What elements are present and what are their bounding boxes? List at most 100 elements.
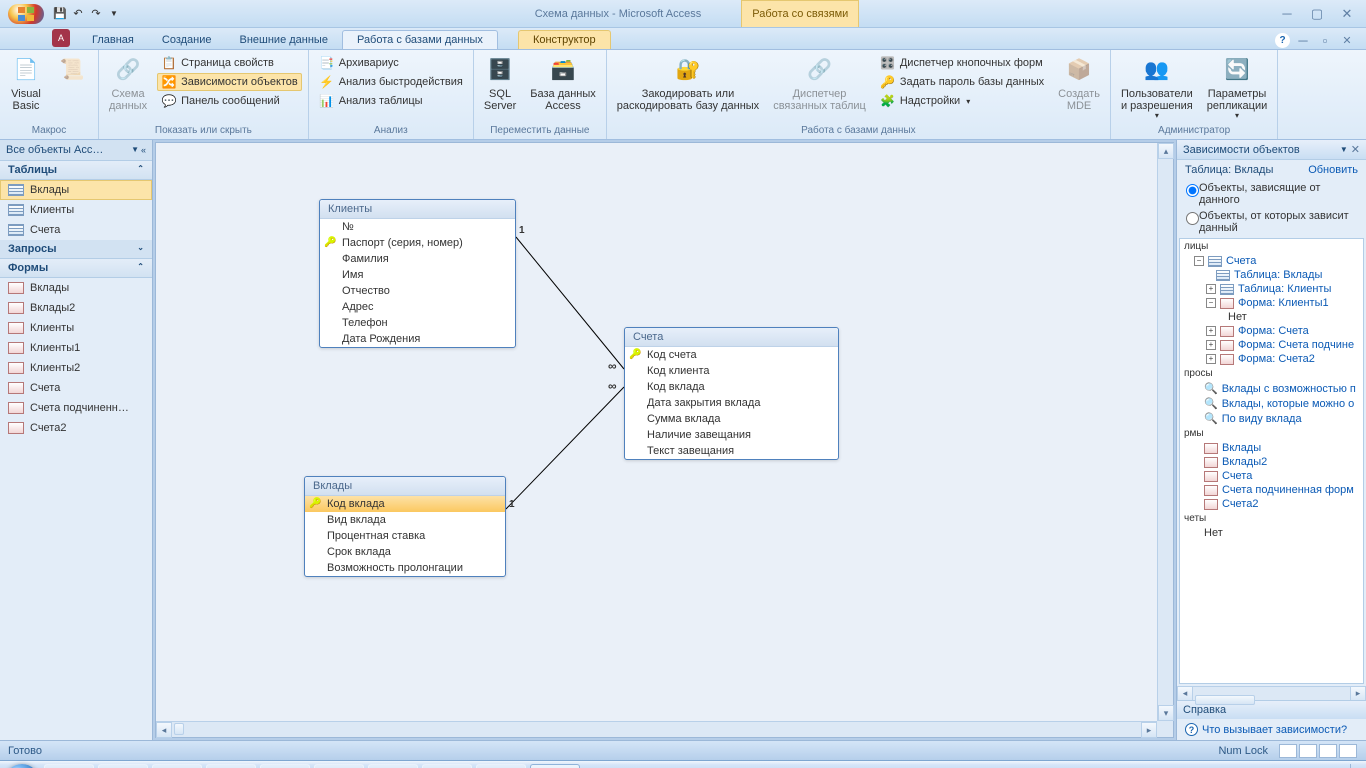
ribbon-minimize-icon[interactable]: ─ bbox=[1294, 31, 1312, 49]
tree-item[interactable]: Таблица: Вклады bbox=[1234, 269, 1322, 281]
message-bar-button[interactable]: 💬Панель сообщений bbox=[157, 92, 302, 110]
tree-item[interactable]: Вклады bbox=[1222, 442, 1261, 454]
tree-item[interactable]: Счета bbox=[1222, 470, 1252, 482]
analyze-table-button[interactable]: 📊Анализ таблицы bbox=[315, 92, 467, 110]
nav-form-item[interactable]: Вклады bbox=[0, 278, 152, 298]
dep-horizontal-scrollbar[interactable]: ◂ ▸ bbox=[1177, 686, 1366, 700]
nav-group-forms[interactable]: Формы⌃ bbox=[0, 259, 152, 278]
field-row[interactable]: Адрес bbox=[320, 299, 515, 315]
taskbar-word[interactable]: W bbox=[476, 764, 526, 768]
tree-item[interactable]: Счета bbox=[1226, 255, 1256, 267]
taskbar-app[interactable]: 🧍 bbox=[152, 764, 202, 768]
nav-form-item[interactable]: Клиенты1 bbox=[0, 338, 152, 358]
view-button[interactable] bbox=[1299, 744, 1317, 758]
view-button[interactable] bbox=[1339, 744, 1357, 758]
analyze-performance-button[interactable]: ⚡Анализ быстродействия bbox=[315, 73, 467, 91]
table-deposits[interactable]: Вклады Код вклада Вид вклада Процентная … bbox=[304, 476, 506, 577]
relationships-canvas[interactable]: 1 ∞ ∞ 1 Клиенты № Паспорт (серия, номер)… bbox=[156, 143, 1157, 721]
taskbar-access[interactable]: 🔑 bbox=[530, 764, 580, 768]
tree-collapse-icon[interactable]: − bbox=[1206, 298, 1216, 308]
field-row[interactable]: Код клиента bbox=[625, 363, 838, 379]
run-macro-button[interactable]: 📜 bbox=[50, 52, 94, 102]
field-row[interactable]: Телефон bbox=[320, 315, 515, 331]
dep-close-icon[interactable]: ✕ bbox=[1351, 143, 1360, 156]
table-title[interactable]: Клиенты bbox=[320, 200, 515, 219]
field-row[interactable]: Сумма вклада bbox=[625, 411, 838, 427]
field-row[interactable]: Возможность пролонгации bbox=[305, 560, 505, 576]
nav-dropdown-icon[interactable]: ▼ bbox=[131, 145, 139, 155]
relationships-button[interactable]: 🔗 Схема данных bbox=[103, 52, 153, 114]
horizontal-scrollbar[interactable]: ◂ ▸ bbox=[156, 721, 1157, 737]
field-row[interactable]: Код счета bbox=[625, 347, 838, 363]
property-sheet-button[interactable]: 📋Страница свойств bbox=[157, 54, 302, 72]
nav-form-item[interactable]: Счета подчиненн… bbox=[0, 398, 152, 418]
tree-item[interactable]: Форма: Счета2 bbox=[1238, 353, 1315, 365]
object-dependencies-button[interactable]: 🔀Зависимости объектов bbox=[157, 73, 302, 91]
set-password-button[interactable]: 🔑Задать пароль базы данных bbox=[876, 73, 1048, 91]
visual-basic-button[interactable]: 📄 Visual Basic bbox=[4, 52, 48, 114]
replication-options-button[interactable]: 🔄Параметры репликации▾ bbox=[1201, 52, 1274, 123]
field-row[interactable]: Паспорт (серия, номер) bbox=[320, 235, 515, 251]
field-row[interactable]: Вид вклада bbox=[305, 512, 505, 528]
close-icon[interactable]: ✕ bbox=[1332, 5, 1362, 23]
table-accounts[interactable]: Счета Код счета Код клиента Код вклада Д… bbox=[624, 327, 839, 460]
dep-radio-depend-on-this[interactable]: Объекты, зависящие от данного bbox=[1177, 180, 1366, 208]
save-icon[interactable]: 💾 bbox=[52, 6, 68, 22]
taskbar-mail[interactable]: @ bbox=[368, 764, 418, 768]
tab-external-data[interactable]: Внешние данные bbox=[226, 31, 342, 49]
sql-server-button[interactable]: 🗄️SQL Server bbox=[478, 52, 522, 114]
field-row[interactable]: Код вклада bbox=[305, 496, 505, 512]
maximize-icon[interactable]: ▢ bbox=[1302, 5, 1332, 23]
taskbar-explorer[interactable]: 📁 bbox=[44, 764, 94, 768]
undo-icon[interactable]: ↶ bbox=[70, 6, 86, 22]
qat-dropdown-icon[interactable]: ▼ bbox=[106, 6, 122, 22]
tab-database-tools[interactable]: Работа с базами данных bbox=[342, 30, 498, 49]
field-row[interactable]: Имя bbox=[320, 267, 515, 283]
nav-form-item[interactable]: Счета bbox=[0, 378, 152, 398]
nav-form-item[interactable]: Вклады2 bbox=[0, 298, 152, 318]
tree-item[interactable]: Вклады, которые можно о bbox=[1222, 398, 1355, 410]
nav-group-queries[interactable]: Запросы⌄ bbox=[0, 240, 152, 259]
scroll-up-icon[interactable]: ▴ bbox=[1158, 143, 1174, 159]
tree-item[interactable]: Счета2 bbox=[1222, 498, 1258, 510]
taskbar-virtualbox[interactable]: 📦 bbox=[422, 764, 472, 768]
nav-form-item[interactable]: Клиенты bbox=[0, 318, 152, 338]
linked-table-manager-button[interactable]: 🔗Диспетчер связанных таблиц bbox=[767, 52, 872, 114]
field-row[interactable]: Текст завещания bbox=[625, 443, 838, 459]
field-row[interactable]: Дата Рождения bbox=[320, 331, 515, 347]
ribbon-restore-icon[interactable]: ▫ bbox=[1316, 31, 1334, 49]
scroll-right-icon[interactable]: ▸ bbox=[1141, 722, 1157, 738]
field-row[interactable]: Код вклада bbox=[625, 379, 838, 395]
dep-refresh-link[interactable]: Обновить bbox=[1308, 164, 1358, 176]
minimize-icon[interactable]: ─ bbox=[1272, 5, 1302, 23]
tree-collapse-icon[interactable]: − bbox=[1194, 256, 1204, 266]
nav-pane-header[interactable]: Все объекты Acc… ▼ « bbox=[0, 140, 152, 161]
tree-expand-icon[interactable]: + bbox=[1206, 284, 1216, 294]
field-row[interactable]: Процентная ставка bbox=[305, 528, 505, 544]
tree-item[interactable]: Таблица: Клиенты bbox=[1238, 283, 1331, 295]
start-button[interactable] bbox=[2, 761, 42, 768]
app-icon[interactable]: A bbox=[52, 29, 70, 47]
tree-item[interactable]: По виду вклада bbox=[1222, 413, 1302, 425]
nav-table-item[interactable]: Клиенты bbox=[0, 200, 152, 220]
view-button[interactable] bbox=[1319, 744, 1337, 758]
dep-radio-this-depends-on[interactable]: Объекты, от которых зависит данный bbox=[1177, 208, 1366, 236]
nav-table-item[interactable]: Вклады bbox=[0, 180, 152, 200]
tree-item[interactable]: Счета подчиненная форм bbox=[1222, 484, 1354, 496]
tree-item[interactable]: Форма: Счета bbox=[1238, 325, 1309, 337]
nav-table-item[interactable]: Счета bbox=[0, 220, 152, 240]
taskbar-chrome[interactable] bbox=[206, 764, 256, 768]
tree-item[interactable]: Форма: Клиенты1 bbox=[1238, 297, 1329, 309]
tree-expand-icon[interactable]: + bbox=[1206, 340, 1216, 350]
dep-dropdown-icon[interactable]: ▼ bbox=[1340, 145, 1348, 154]
table-title[interactable]: Счета bbox=[625, 328, 838, 347]
tree-expand-icon[interactable]: + bbox=[1206, 326, 1216, 336]
nav-group-tables[interactable]: Таблицы⌃ bbox=[0, 161, 152, 180]
show-desktop-button[interactable] bbox=[1350, 764, 1360, 768]
field-row[interactable]: Дата закрытия вклада bbox=[625, 395, 838, 411]
scroll-down-icon[interactable]: ▾ bbox=[1158, 705, 1174, 721]
taskbar-mediaplayer[interactable]: ▶️ bbox=[98, 764, 148, 768]
tree-item[interactable]: Форма: Счета подчине bbox=[1238, 339, 1354, 351]
table-title[interactable]: Вклады bbox=[305, 477, 505, 496]
view-button[interactable] bbox=[1279, 744, 1297, 758]
